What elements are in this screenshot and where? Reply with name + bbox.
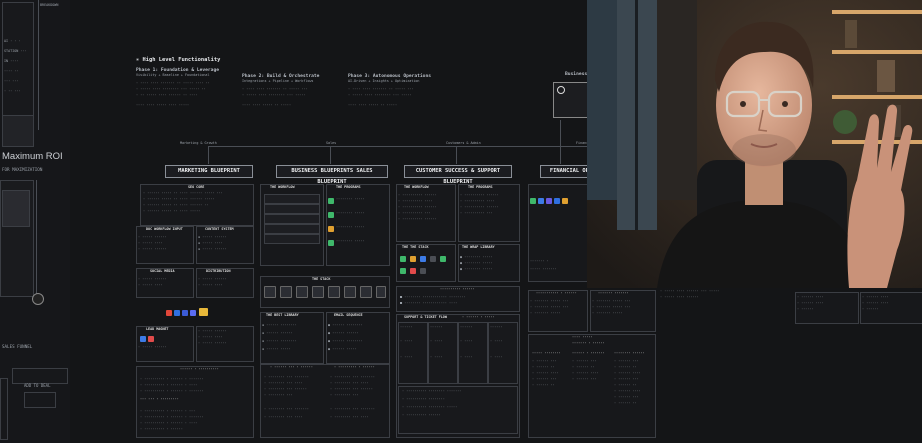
m2-header: DOC WORKFLOW INPUT — [146, 227, 183, 231]
phase1-sub: Visibility + Baseline + Foundational — [136, 73, 210, 77]
section-title: ✳ High Level Functionality — [136, 57, 221, 63]
youtube-icon — [166, 310, 172, 316]
s3-header: THE STACK — [312, 277, 331, 281]
left-panel: BREAKDOWN AI · · · STATION ··· IN ···· ·… — [0, 0, 70, 443]
s1-header: THE WORKFLOW — [270, 185, 295, 189]
top-label-sales: Sales — [326, 141, 337, 145]
m4-header: SOCIAL MEDIA — [150, 269, 175, 273]
top-label-customers: Customers & Admin — [446, 141, 481, 145]
folder-icon — [199, 308, 208, 316]
discord-icon — [190, 310, 196, 316]
s5-header: EMAIL SEQUENCE — [334, 313, 363, 317]
c4-header: THE WRAP LIBRARY — [462, 245, 495, 249]
add-to-deal-label: ADD TO DEAL — [24, 383, 51, 388]
m6-header: LEAD MAGNET — [146, 327, 169, 331]
sales-blueprint-title[interactable]: BUSINESS BLUEPRINTS SALES BLUEPRINT — [276, 165, 388, 185]
maximum-roi-label: Maximum ROI — [2, 151, 63, 162]
facebook-icon — [182, 310, 188, 316]
for-maximization-label: FOR MAXIMIZATION — [2, 167, 43, 172]
green-status-icon-3 — [328, 240, 334, 246]
c5-header: SUPPORT & TICKET FLOW — [404, 315, 447, 319]
mail-icon — [140, 336, 146, 342]
c3-header: THE THE STACK — [402, 245, 429, 249]
star-icon: ✳ — [136, 57, 140, 63]
phase2-sub: Integrations + Pipeline + Workflows — [242, 79, 314, 83]
m3-header: CONTENT SYSTEM — [205, 227, 234, 231]
left-top-label: BREAKDOWN — [40, 3, 59, 7]
phase3-sub: AI-Driven + Insights + Optimization — [348, 79, 420, 83]
sales-funnel-label: SALES FUNNEL — [2, 344, 33, 349]
green-status-icon-2 — [328, 212, 334, 218]
linkedin-icon — [174, 310, 180, 316]
orange-status-icon — [328, 226, 334, 232]
c2-header: THE PROGRAMS — [468, 185, 493, 189]
top-label-marketing: Marketing & Growth — [180, 141, 217, 145]
s4-header: THE BEST LIBRARY — [266, 313, 299, 317]
video-icon — [148, 336, 154, 342]
presenter-video — [587, 0, 922, 288]
s2-header: THE PROGRAMS — [336, 185, 361, 189]
marketing-blueprint-title[interactable]: MARKETING BLUEPRINT — [165, 165, 253, 178]
customer-success-blueprint-title[interactable]: CUSTOMER SUCCESS & SUPPORT BLUEPRINT — [404, 165, 512, 185]
m1-header: SEO CORE — [188, 185, 205, 189]
c1-header: THE WORKFLOW — [404, 185, 429, 189]
green-status-icon — [328, 198, 334, 204]
m5-header: DISTRIBUTION — [206, 269, 231, 273]
webcam-overlay — [587, 0, 922, 288]
